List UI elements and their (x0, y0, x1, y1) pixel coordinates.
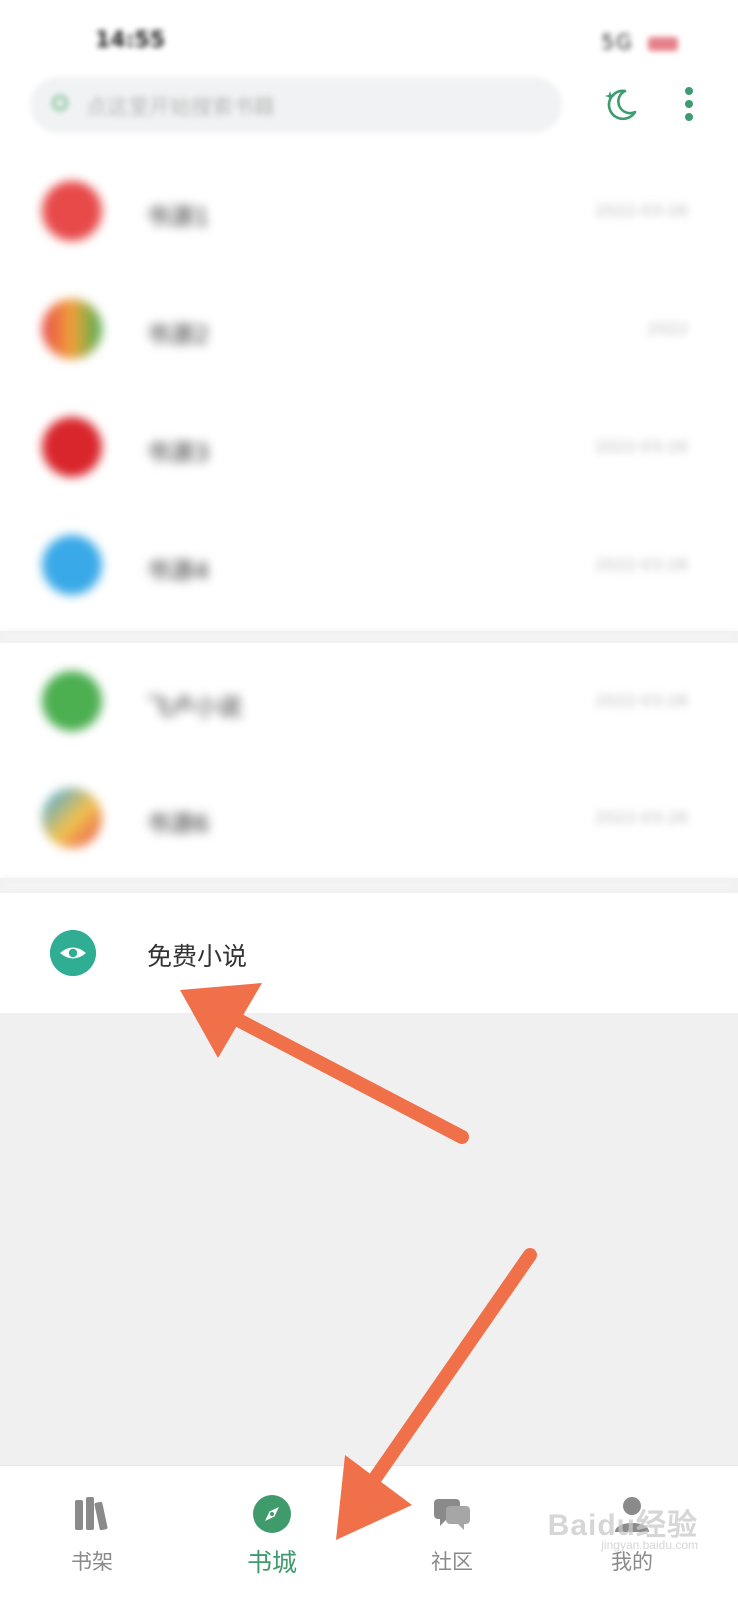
search-icon (52, 95, 68, 111)
top-bar: 点这里开始搜索书籍 (0, 75, 738, 154)
tab-label: 书架 (71, 1550, 113, 1574)
battery-icon (648, 36, 678, 51)
status-icons: 5G (601, 30, 678, 54)
source-name: 书源3 (146, 439, 210, 467)
source-list-1: 书源1 2022-03-26 书源2 2022 书源3 2022-03-26 书… (0, 153, 738, 631)
source-logo-icon (42, 535, 102, 595)
compass-icon (253, 1495, 291, 1533)
source-list-2: 飞卢小说 2022-03-26 书源6 2022-03-26 (0, 643, 738, 878)
screen: 14:55 5G 点这里开始搜索书籍 书源1 2022-03-26 书源2 20 (0, 0, 738, 1600)
source-logo-icon (42, 299, 102, 359)
list-item[interactable]: 书源3 2022-03-26 (0, 389, 738, 507)
source-logo-icon (42, 788, 102, 848)
list-item[interactable]: 书源4 2022-03-26 (0, 507, 738, 625)
source-meta: 2022-03-26 (595, 808, 688, 827)
list-item[interactable]: 书源2 2022 (0, 271, 738, 389)
list-item[interactable]: 书源1 2022-03-26 (0, 153, 738, 271)
tab-label: 社区 (431, 1550, 473, 1574)
source-logo-icon (42, 671, 102, 731)
source-name: 飞卢小说 (146, 693, 242, 721)
source-name: 书源1 (146, 203, 210, 231)
divider (0, 631, 738, 643)
list-item[interactable]: 飞卢小说 2022-03-26 (0, 643, 738, 761)
source-meta: 2022-03-26 (595, 201, 688, 220)
source-logo-icon (42, 181, 102, 241)
tab-community[interactable]: 社区 (382, 1466, 522, 1600)
moon-icon[interactable] (601, 85, 641, 125)
search-input[interactable]: 点这里开始搜索书籍 (30, 77, 562, 133)
source-logo-icon (42, 417, 102, 477)
chat-icon (434, 1499, 470, 1530)
divider (0, 878, 738, 893)
tab-label: 书城 (246, 1548, 297, 1577)
more-vertical-icon[interactable] (680, 87, 698, 123)
source-name: 书源6 (146, 810, 210, 838)
source-meta: 2022-03-26 (595, 437, 688, 456)
bookshelf-icon (75, 1497, 108, 1531)
network-indicator: 5G (601, 30, 634, 54)
list-item[interactable]: 书源6 2022-03-26 (0, 760, 738, 878)
eye-icon (50, 930, 96, 976)
source-name: 书源2 (146, 321, 210, 349)
search-placeholder: 点这里开始搜索书籍 (86, 95, 275, 119)
status-bar: 14:55 5G (0, 0, 738, 75)
source-meta: 2022-03-26 (595, 555, 688, 574)
free-novel-label: 免费小说 (147, 942, 248, 971)
source-meta: 2022-03-26 (595, 691, 688, 710)
source-meta: 2022 (647, 319, 688, 338)
tab-bookstore[interactable]: 书城 (202, 1466, 342, 1600)
watermark-subtext: jingyan.baidu.com (601, 1538, 698, 1552)
source-name: 书源4 (146, 557, 210, 585)
free-novel-item[interactable] (0, 893, 738, 1013)
tab-bookshelf[interactable]: 书架 (22, 1466, 162, 1600)
status-time: 14:55 (95, 28, 166, 53)
